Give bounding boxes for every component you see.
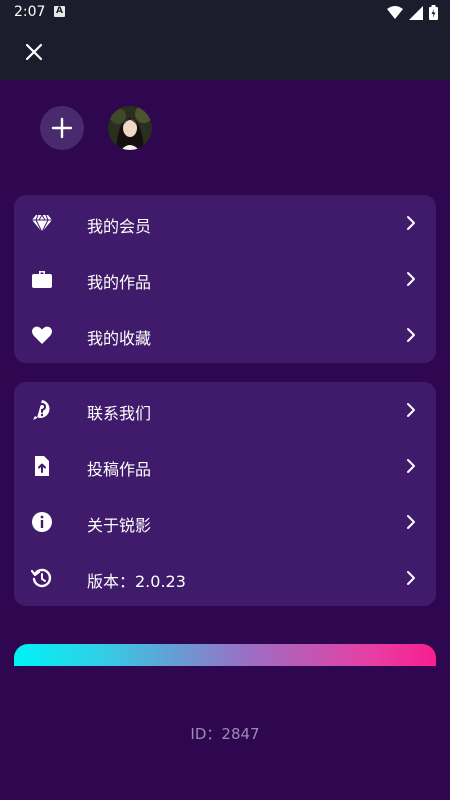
signal-icon bbox=[409, 5, 423, 20]
history-icon bbox=[31, 568, 52, 588]
top-bar bbox=[0, 24, 450, 80]
menu-item-label: 版本：2.0.23 bbox=[87, 572, 186, 591]
wifi-icon bbox=[387, 5, 403, 19]
heart-icon bbox=[32, 326, 52, 344]
add-button[interactable] bbox=[40, 106, 84, 150]
menu-item-label: 我的会员 bbox=[87, 217, 152, 236]
battery-icon bbox=[429, 5, 438, 20]
menu-item-contact[interactable]: 联系我们 bbox=[14, 383, 436, 439]
menu-item-label: 关于锐影 bbox=[87, 516, 152, 535]
user-id-text: ID：2847 bbox=[190, 725, 260, 743]
help-icon bbox=[33, 400, 50, 420]
menu-item-about[interactable]: 关于锐影 bbox=[14, 495, 436, 551]
menu-item-my-works[interactable]: 我的作品 bbox=[14, 252, 436, 308]
menu-card-primary: 我的会员 我的作品 我的收藏 bbox=[14, 195, 436, 363]
close-icon[interactable] bbox=[22, 40, 46, 64]
status-bar: 2:07 A bbox=[0, 0, 450, 24]
a-icon: A bbox=[54, 6, 65, 17]
diamond-icon bbox=[32, 214, 52, 234]
briefcase-icon bbox=[32, 271, 52, 288]
chevron-right-icon bbox=[407, 328, 415, 342]
menu-card-secondary: 联系我们 投稿作品 关于锐影 版本：2.0.23 bbox=[14, 382, 436, 606]
menu-item-label: 我的收藏 bbox=[87, 329, 152, 348]
menu-item-submit-works[interactable]: 投稿作品 bbox=[14, 439, 436, 495]
chevron-right-icon bbox=[407, 216, 415, 230]
status-time: 2:07 bbox=[14, 4, 46, 20]
gradient-banner[interactable] bbox=[14, 644, 436, 666]
avatar[interactable] bbox=[108, 106, 152, 150]
upload-file-icon bbox=[35, 456, 49, 476]
menu-item-label: 联系我们 bbox=[87, 404, 152, 423]
menu-item-version[interactable]: 版本：2.0.23 bbox=[14, 551, 436, 607]
avatar-image bbox=[108, 106, 152, 150]
chevron-right-icon bbox=[407, 272, 415, 286]
chevron-right-icon bbox=[407, 571, 415, 585]
info-icon bbox=[32, 512, 52, 532]
menu-item-label: 我的作品 bbox=[87, 273, 152, 292]
status-icons bbox=[387, 5, 438, 20]
chevron-right-icon bbox=[407, 403, 415, 417]
plus-icon bbox=[51, 117, 73, 139]
chevron-right-icon bbox=[407, 459, 415, 473]
menu-item-membership[interactable]: 我的会员 bbox=[14, 196, 436, 252]
menu-item-favorites[interactable]: 我的收藏 bbox=[14, 308, 436, 364]
chevron-right-icon bbox=[407, 515, 415, 529]
menu-item-label: 投稿作品 bbox=[87, 460, 152, 479]
